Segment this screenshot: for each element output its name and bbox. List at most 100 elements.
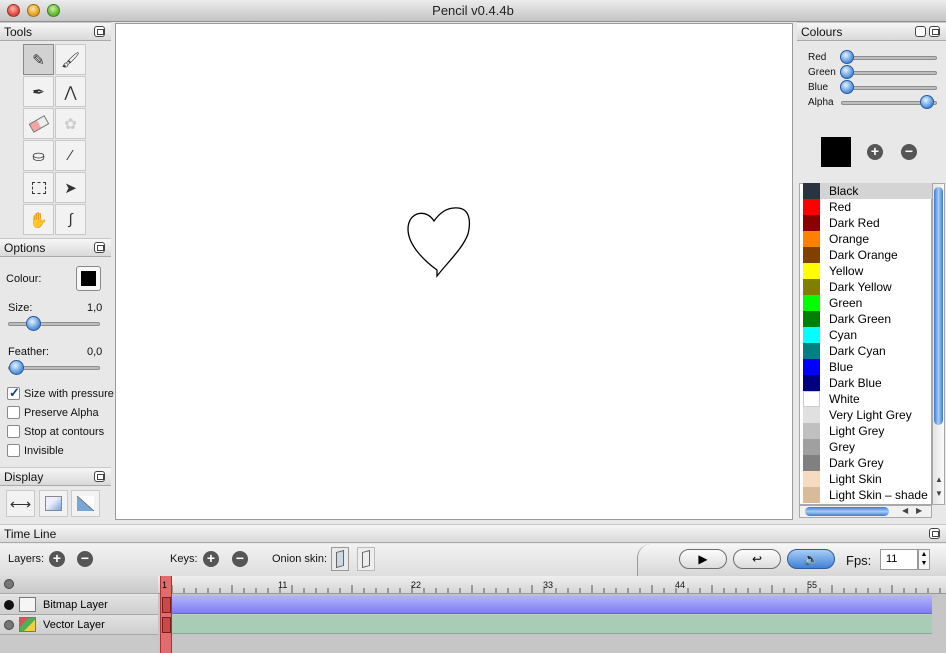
scroll-left-arrow-icon[interactable]: ◀ — [902, 506, 908, 515]
bitmap-layer-track[interactable] — [172, 595, 932, 614]
palette-item[interactable]: Black — [803, 183, 932, 199]
remove-key-button[interactable]: − — [232, 551, 248, 567]
eyedropper-tool-button[interactable]: ⁄ — [55, 140, 86, 171]
palette-vertical-scroll-thumb[interactable] — [934, 187, 943, 425]
close-window-button[interactable] — [7, 4, 20, 17]
minimize-window-button[interactable] — [27, 4, 40, 17]
select-tool-button[interactable] — [23, 172, 54, 203]
palette-swatch — [803, 295, 820, 311]
colour-swatch-button[interactable] — [76, 266, 101, 291]
sound-button[interactable]: 🔈 — [787, 549, 835, 569]
palette-item[interactable]: Red — [803, 199, 931, 215]
preserve-alpha-checkbox[interactable] — [7, 406, 20, 419]
clear-tool-button[interactable]: ∫ — [55, 204, 86, 235]
tools-dock-icon[interactable] — [94, 26, 105, 37]
palette-item[interactable]: Very Light Grey — [803, 407, 931, 423]
add-colour-button[interactable]: + — [867, 144, 883, 160]
play-button[interactable]: ▶ — [679, 549, 727, 569]
pencil-tool-button[interactable]: ✎ — [23, 44, 54, 75]
loop-button[interactable]: ↩ — [733, 549, 781, 569]
eyedropper-icon: ⁄ — [69, 147, 72, 164]
options-dock-icon[interactable] — [94, 242, 105, 253]
colours-close-icon[interactable] — [929, 26, 940, 37]
palette-item[interactable]: Dark Cyan — [803, 343, 931, 359]
onion-prev-button[interactable] — [331, 547, 349, 571]
red-slider-knob[interactable] — [840, 50, 854, 64]
size-slider-knob[interactable] — [26, 316, 41, 331]
palette-item[interactable]: Light Skin – shade — [803, 487, 931, 503]
palette-item[interactable]: Dark Blue — [803, 375, 931, 391]
onion-next-button[interactable] — [357, 547, 375, 571]
hand-tool-button[interactable]: ✋ — [23, 204, 54, 235]
green-slider-track[interactable] — [841, 71, 937, 75]
move-tool-button[interactable]: ➤ — [55, 172, 86, 203]
display-dock-icon[interactable] — [94, 471, 105, 482]
frame-ruler[interactable]: 1 11 22 33 44 55 — [158, 576, 946, 594]
palette-item[interactable]: Yellow — [803, 263, 931, 279]
palette-item[interactable]: Blue — [803, 359, 931, 375]
vector-layer-track[interactable] — [172, 615, 932, 634]
keyframe-bitmap[interactable] — [162, 597, 171, 613]
scroll-up-arrow-icon[interactable]: ▲ — [935, 475, 943, 484]
palette-horizontal-scroll-thumb[interactable] — [805, 507, 889, 516]
timeline-dock-icon[interactable] — [929, 528, 940, 539]
palette-item[interactable]: Dark Red — [803, 215, 931, 231]
fps-stepper[interactable]: ▲ ▼ — [918, 549, 930, 570]
window-title: Pencil v0.4.4b — [432, 3, 514, 18]
fps-input[interactable]: 11 — [880, 549, 918, 570]
remove-layer-button[interactable]: − — [77, 551, 93, 567]
palette-item[interactable]: Green — [803, 295, 931, 311]
eraser-tool-button[interactable] — [23, 108, 54, 139]
flip-horizontal-button[interactable]: ⟷ — [6, 490, 35, 517]
palette-item[interactable]: Light Grey — [803, 423, 931, 439]
palette-item[interactable]: White — [803, 391, 931, 407]
green-slider-knob[interactable] — [840, 65, 854, 79]
palette-item[interactable]: Orange — [803, 231, 931, 247]
palette-horizontal-scrollbar[interactable]: ◀ ▶ — [799, 505, 932, 518]
smudge-tool-button[interactable]: ✿ — [55, 108, 86, 139]
layer-row-bitmap[interactable]: Bitmap Layer — [0, 595, 158, 615]
palette-item[interactable]: Dark Grey — [803, 455, 931, 471]
blue-slider-track[interactable] — [841, 86, 937, 90]
outline-mode-button[interactable] — [39, 490, 68, 517]
remove-colour-button[interactable]: − — [901, 144, 917, 160]
stepper-down-icon[interactable]: ▼ — [921, 560, 928, 567]
size-with-pressure-checkbox[interactable] — [7, 385, 20, 401]
add-key-button[interactable]: + — [203, 551, 219, 567]
palette-vertical-scrollbar[interactable]: ▲ ▼ — [932, 183, 945, 505]
brush-tool-button[interactable]: 🖌 — [55, 44, 86, 75]
size-label: Size: — [8, 302, 33, 314]
blue-slider-knob[interactable] — [840, 80, 854, 94]
feather-slider-knob[interactable] — [9, 360, 24, 375]
palette-item[interactable]: Dark Orange — [803, 247, 931, 263]
palette-colour-name: Light Skin — [829, 472, 882, 486]
pen-tool-button[interactable]: ✒ — [23, 76, 54, 107]
zoom-window-button[interactable] — [47, 4, 60, 17]
scroll-down-arrow-icon[interactable]: ▼ — [935, 489, 943, 498]
scroll-right-arrow-icon[interactable]: ▶ — [916, 506, 922, 515]
add-layer-button[interactable]: + — [49, 551, 65, 567]
palette-item[interactable]: Cyan — [803, 327, 931, 343]
size-slider-track[interactable] — [8, 322, 100, 326]
palette-item[interactable]: Dark Yellow — [803, 279, 931, 295]
bucket-tool-button[interactable]: ⛀ — [23, 140, 54, 171]
palette-item[interactable]: Grey — [803, 439, 931, 455]
polyline-tool-button[interactable]: ⋀ — [55, 76, 86, 107]
layer-visibility-icon[interactable] — [4, 600, 14, 610]
palette-item[interactable]: Light Skin — [803, 471, 931, 487]
stepper-up-icon[interactable]: ▲ — [921, 551, 928, 558]
stop-at-contours-checkbox[interactable] — [7, 425, 20, 438]
drawing-canvas[interactable] — [115, 23, 793, 520]
thin-lines-button[interactable] — [71, 490, 100, 517]
playhead[interactable]: 1 — [160, 576, 172, 653]
palette-item[interactable]: Dark Green — [803, 311, 931, 327]
alpha-slider-knob[interactable] — [920, 95, 934, 109]
layer-row-vector[interactable]: Vector Layer — [0, 615, 158, 635]
invisible-checkbox[interactable] — [7, 444, 20, 457]
keyframe-vector[interactable] — [162, 617, 171, 633]
colours-dock-icon[interactable] — [915, 26, 926, 37]
red-slider-track[interactable] — [841, 56, 937, 60]
layer-visibility-icon[interactable] — [4, 620, 14, 630]
current-colour-swatch[interactable] — [821, 137, 851, 167]
visibility-all-icon[interactable] — [4, 579, 14, 589]
